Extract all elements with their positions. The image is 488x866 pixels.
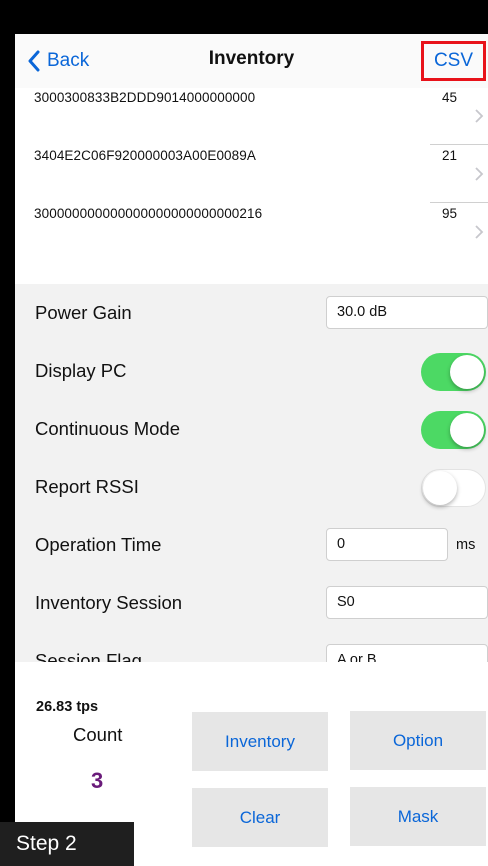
row-divider	[430, 144, 488, 145]
option-button[interactable]: Option	[350, 711, 486, 770]
display-pc-row: Display PC	[15, 342, 488, 400]
operation-time-label: Operation Time	[35, 534, 162, 555]
clear-button[interactable]: Clear	[192, 788, 328, 847]
toggle-knob	[450, 413, 484, 447]
navigation-bar: Back Inventory CSV	[15, 34, 488, 88]
chevron-right-icon	[475, 109, 484, 123]
chevron-left-icon	[28, 50, 40, 72]
tag-list: 3000300833B2DDD9014000000000 45 3404E2C0…	[15, 88, 488, 284]
tag-count: 95	[442, 206, 458, 221]
row-divider	[430, 202, 488, 203]
tag-count: 21	[442, 148, 458, 163]
operation-time-unit: ms	[456, 537, 476, 553]
chevron-right-icon	[475, 167, 484, 181]
operation-time-field[interactable]: 0	[326, 528, 448, 561]
report-rssi-row: Report RSSI	[15, 458, 488, 516]
tag-row[interactable]: 3000300833B2DDD9014000000000 45	[15, 88, 488, 144]
continuous-mode-row: Continuous Mode	[15, 400, 488, 458]
tag-row[interactable]: 3404E2C06F920000003A00E0089A 21	[15, 146, 488, 202]
inventory-session-field[interactable]: S0	[326, 586, 488, 619]
tag-epc: 3404E2C06F920000003A00E0089A	[34, 148, 256, 163]
continuous-mode-label: Continuous Mode	[35, 418, 181, 439]
report-rssi-label: Report RSSI	[35, 476, 139, 497]
display-pc-label: Display PC	[35, 360, 127, 381]
inventory-session-label: Inventory Session	[35, 592, 183, 613]
app-screen: Back Inventory CSV 3000300833B2DDD901400…	[15, 34, 488, 866]
back-button[interactable]: Back	[27, 47, 89, 75]
mask-button[interactable]: Mask	[350, 787, 486, 846]
count-value: 3	[91, 768, 104, 793]
operation-time-row: Operation Time 0 ms	[15, 516, 488, 574]
toggle-knob	[450, 355, 484, 389]
continuous-mode-toggle[interactable]	[421, 411, 486, 449]
report-rssi-toggle[interactable]	[421, 469, 486, 507]
step-caption: Step 2	[0, 822, 134, 866]
power-gain-row: Power Gain 30.0 dB	[15, 284, 488, 342]
chevron-right-icon	[475, 225, 484, 239]
power-gain-label: Power Gain	[35, 302, 132, 323]
back-label: Back	[47, 50, 90, 71]
tag-row[interactable]: 300000000000000000000000000216 95	[15, 204, 488, 260]
toggle-knob	[423, 471, 457, 505]
power-gain-field[interactable]: 30.0 dB	[326, 296, 488, 329]
inventory-button[interactable]: Inventory	[192, 712, 328, 771]
tag-count: 45	[442, 90, 458, 105]
csv-export-button[interactable]: CSV	[421, 41, 486, 81]
tag-epc: 300000000000000000000000000216	[34, 206, 263, 221]
tag-epc: 3000300833B2DDD9014000000000	[34, 90, 256, 105]
count-label: Count	[73, 724, 123, 745]
display-pc-toggle[interactable]	[421, 353, 486, 391]
inventory-session-row: Inventory Session S0	[15, 574, 488, 632]
read-rate: 26.83 tps	[36, 699, 99, 715]
